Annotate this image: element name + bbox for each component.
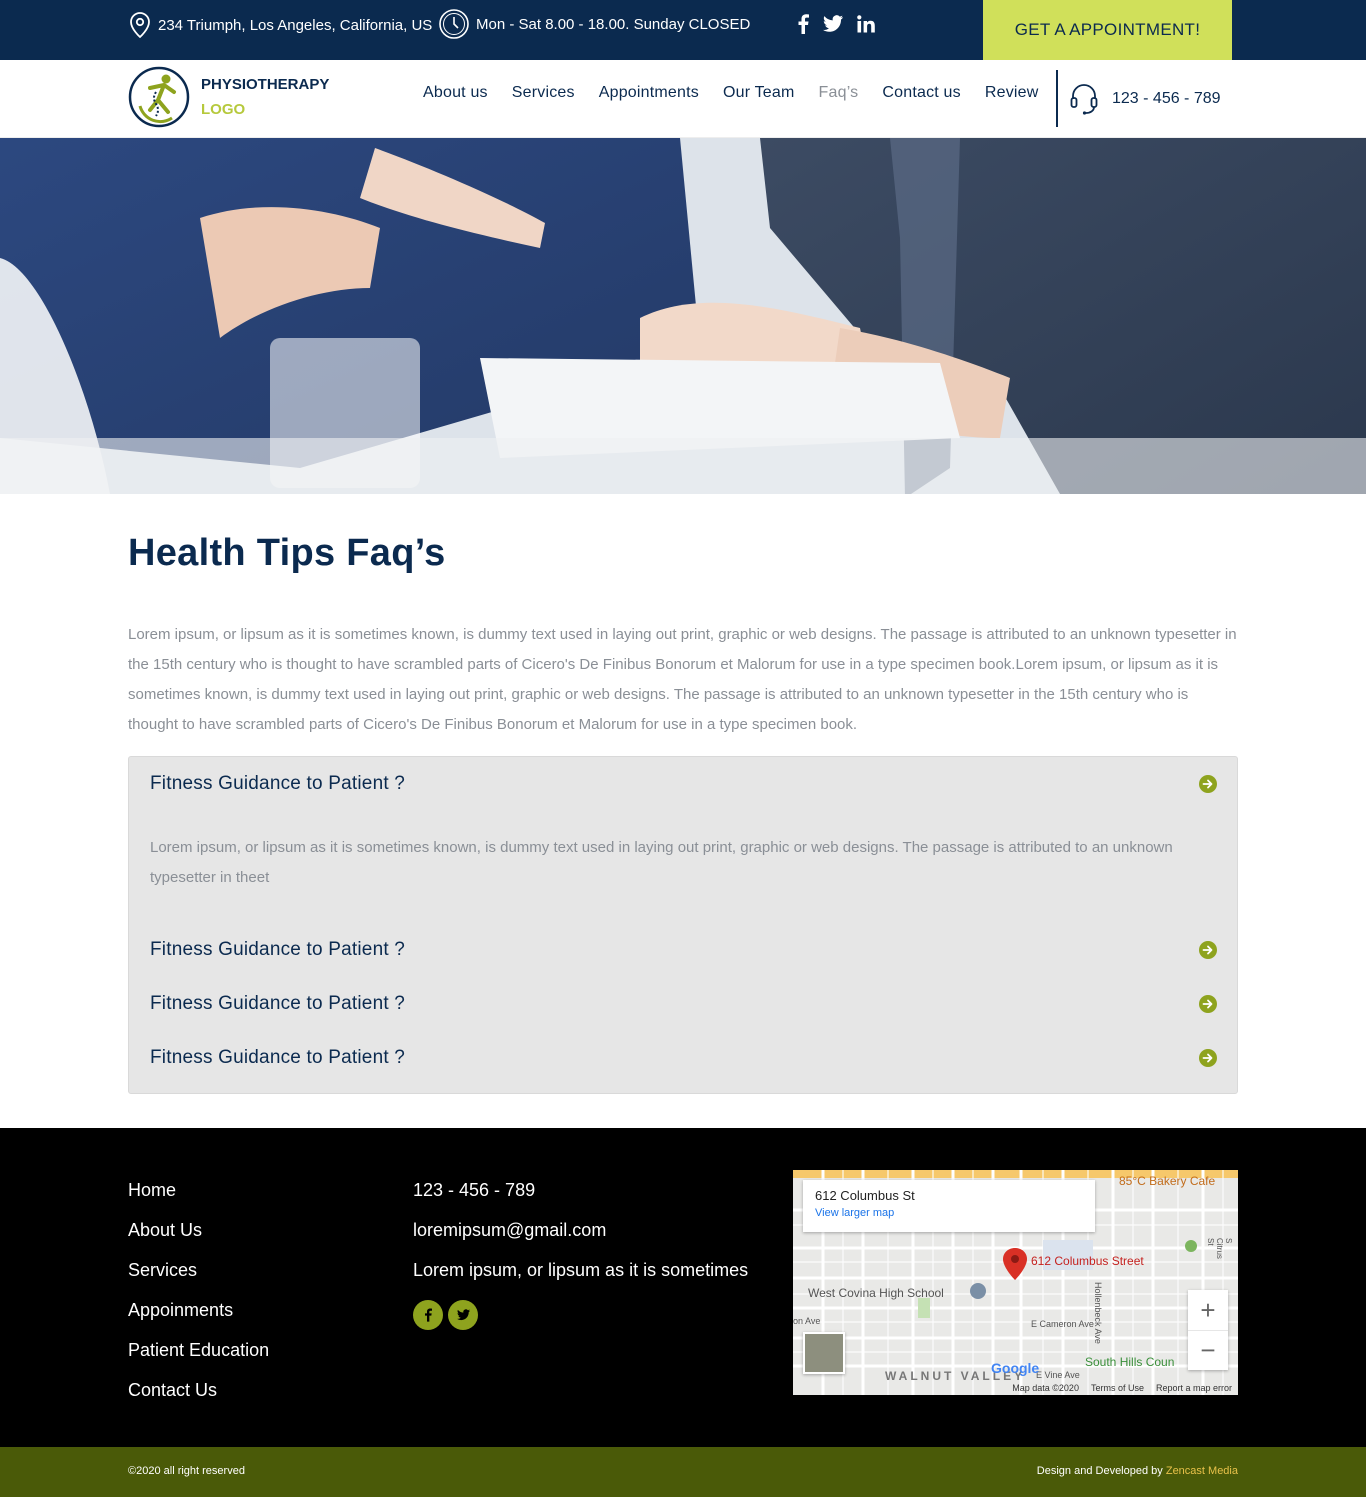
facebook-icon[interactable] — [413, 1300, 443, 1330]
arrow-circle-right-icon — [1199, 941, 1217, 959]
nav-item-faqs[interactable]: Faq’s — [819, 84, 859, 102]
opening-hours: Mon - Sat 8.00 - 18.00. Sunday CLOSED — [438, 8, 750, 40]
footer-tagline: Lorem ipsum, or lipsum as it is sometime… — [413, 1260, 749, 1280]
map-label-on-ave: on Ave — [793, 1316, 821, 1326]
header-phone[interactable]: 123 - 456 - 789 — [1070, 82, 1221, 116]
hero-banner-image — [0, 138, 1366, 494]
facebook-icon[interactable] — [797, 14, 809, 34]
credit-text: Design and Developed by Zencast Media — [1037, 1465, 1238, 1477]
get-appointment-button[interactable]: GET A APPOINTMENT! — [983, 0, 1232, 60]
footer: Home About Us Services Appoinments Patie… — [0, 1128, 1366, 1447]
satellite-view-toggle[interactable] — [803, 1332, 845, 1374]
map-data-text: Map data ©2020 — [1012, 1383, 1079, 1393]
zoom-in-button[interactable]: + — [1188, 1290, 1228, 1330]
faq-accordion: Fitness Guidance to Patient ? Lorem ipsu… — [128, 756, 1238, 1094]
location-pin-icon — [128, 12, 152, 38]
map-label-bakery: 85°C Bakery Cafe — [1119, 1174, 1216, 1188]
map-zoom-controls: + − — [1188, 1290, 1228, 1370]
google-logo: Google — [991, 1360, 1040, 1376]
logo-line2: LOGO — [201, 101, 246, 118]
nav-divider — [1056, 70, 1058, 127]
faq-question-2[interactable]: Fitness Guidance to Patient ? — [129, 923, 1237, 977]
copyright-bar: ©2020 all right reserved Design and Deve… — [0, 1447, 1366, 1497]
address-text: 234 Triumph, Los Angeles, California, US — [158, 16, 433, 34]
top-bar: 234 Triumph, Los Angeles, California, US… — [0, 0, 1366, 60]
terms-of-use-link[interactable]: Terms of Use — [1091, 1383, 1144, 1393]
footer-contact: 123 - 456 - 789 loremipsum@gmail.com Lor… — [413, 1180, 748, 1330]
logo-mark-icon — [128, 66, 190, 128]
nav-item-appointments[interactable]: Appointments — [599, 84, 699, 102]
map-info-card: 612 Columbus St View larger map — [803, 1180, 1095, 1232]
faq-section: Health Tips Faq’s Lorem ipsum, or lipsum… — [0, 494, 1366, 1094]
map-label-high-school: West Covina High School — [808, 1286, 944, 1300]
twitter-icon[interactable] — [448, 1300, 478, 1330]
map-label-hollenbeck-ave: Hollenbeck Ave — [1093, 1282, 1103, 1344]
logo-text: PHYSIOTHERAPY LOGO — [201, 72, 329, 122]
footer-phone[interactable]: 123 - 456 - 789 — [413, 1180, 748, 1200]
map-attribution: Map data ©2020 Terms of Use Report a map… — [1012, 1383, 1232, 1393]
linkedin-icon[interactable] — [857, 15, 875, 33]
nav-item-review[interactable]: Review — [985, 84, 1039, 102]
location-map[interactable]: 612 Columbus St View larger map 612 Colu… — [793, 1170, 1238, 1395]
arrow-circle-right-icon — [1199, 775, 1217, 793]
faq-answer-1: Lorem ipsum, or lipsum as it is sometime… — [150, 839, 1173, 886]
map-label-cameron-ave: E Cameron Ave — [1031, 1319, 1094, 1329]
nav-menu: About us Services Appointments Our Team … — [423, 84, 1063, 102]
footer-social-links — [413, 1300, 748, 1330]
faq-question-text: Fitness Guidance to Patient ? — [150, 1047, 406, 1068]
nav-item-about-us[interactable]: About us — [423, 84, 488, 102]
faq-question-text: Fitness Guidance to Patient ? — [150, 773, 406, 794]
header-phone-number: 123 - 456 - 789 — [1112, 90, 1221, 107]
business-meeting-illustration — [0, 138, 1366, 494]
page-title: Health Tips Faq’s — [128, 532, 446, 574]
footer-links: Home About Us Services Appoinments Patie… — [128, 1180, 269, 1420]
hours-text: Mon - Sat 8.00 - 18.00. Sunday CLOSED — [476, 15, 751, 33]
map-card-title: 612 Columbus St — [815, 1188, 915, 1203]
faq-question-4[interactable]: Fitness Guidance to Patient ? — [129, 1031, 1237, 1085]
footer-link-patient-education[interactable]: Patient Education — [128, 1340, 269, 1360]
arrow-circle-right-icon — [1199, 1049, 1217, 1067]
social-links — [797, 12, 875, 36]
faq-question-text: Fitness Guidance to Patient ? — [150, 993, 406, 1014]
footer-email[interactable]: loremipsum@gmail.com — [413, 1220, 748, 1240]
map-label-citrus-st: S Citrus St — [1206, 1238, 1233, 1259]
main-nav: PHYSIOTHERAPY LOGO About us Services App… — [0, 60, 1366, 138]
nav-item-contact-us[interactable]: Contact us — [882, 84, 960, 102]
view-larger-map-link[interactable]: View larger map — [815, 1207, 894, 1219]
footer-link-services[interactable]: Services — [128, 1260, 269, 1280]
headset-icon — [1070, 82, 1098, 116]
footer-link-about-us[interactable]: About Us — [128, 1220, 269, 1240]
twitter-icon[interactable] — [823, 15, 843, 33]
map-pin-label: 612 Columbus Street — [1031, 1254, 1144, 1268]
nav-item-our-team[interactable]: Our Team — [723, 84, 795, 102]
map-label-vine-ave: E Vine Ave — [1036, 1370, 1080, 1380]
site-logo[interactable]: PHYSIOTHERAPY LOGO — [128, 66, 329, 128]
credit-brand-link[interactable]: Zencast Media — [1166, 1465, 1238, 1477]
address: 234 Triumph, Los Angeles, California, US — [128, 12, 432, 38]
faq-question-text: Fitness Guidance to Patient ? — [150, 939, 406, 960]
footer-link-contact-us[interactable]: Contact Us — [128, 1380, 269, 1400]
nav-item-services[interactable]: Services — [512, 84, 575, 102]
report-map-error-link[interactable]: Report a map error — [1156, 1383, 1232, 1393]
footer-link-home[interactable]: Home — [128, 1180, 269, 1200]
copyright-text: ©2020 all right reserved — [128, 1465, 245, 1477]
footer-link-appointments[interactable]: Appoinments — [128, 1300, 269, 1320]
faq-question-1[interactable]: Fitness Guidance to Patient ? — [129, 757, 1237, 811]
zoom-out-button[interactable]: − — [1188, 1330, 1228, 1370]
faq-question-3[interactable]: Fitness Guidance to Patient ? — [129, 977, 1237, 1031]
logo-line1: PHYSIOTHERAPY — [201, 76, 330, 93]
intro-paragraph: Lorem ipsum, or lipsum as it is sometime… — [128, 626, 1237, 733]
clock-icon — [438, 8, 470, 40]
arrow-circle-right-icon — [1199, 995, 1217, 1013]
credit-prefix: Design and Developed by — [1036, 1465, 1163, 1477]
map-label-south-hills: South Hills Coun — [1085, 1355, 1175, 1369]
